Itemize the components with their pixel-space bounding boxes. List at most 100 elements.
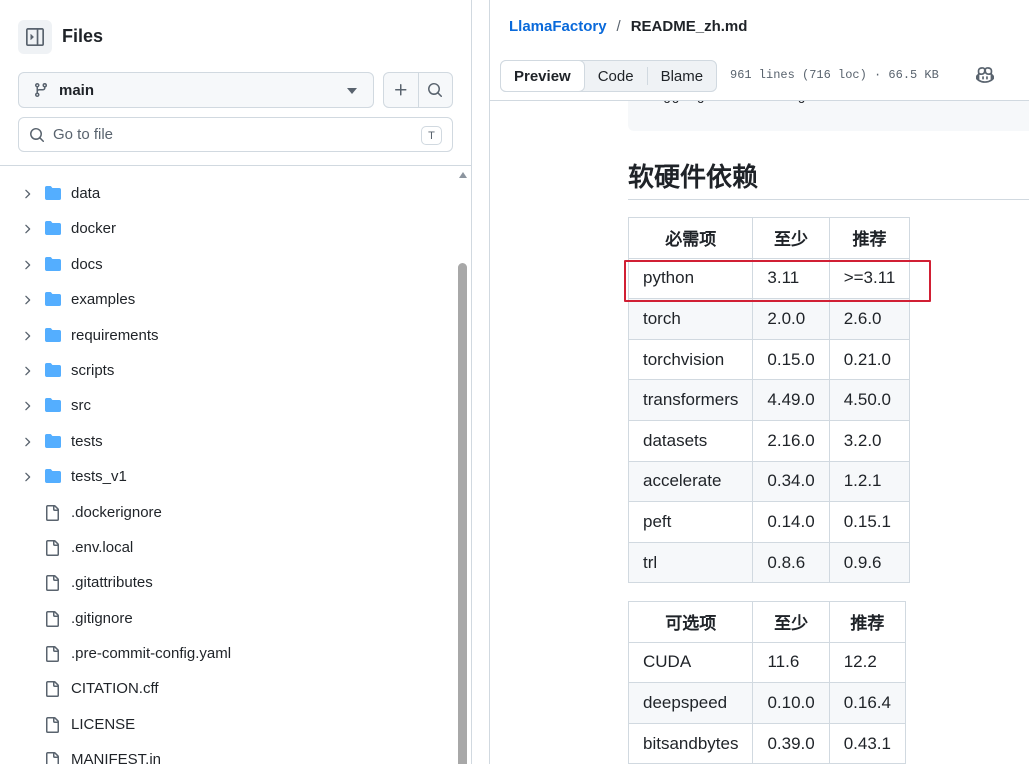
required-header-row: 必需项 至少 推荐 [627,217,911,259]
copilot-icon [976,67,994,83]
table-cell: 11.6 [752,641,830,684]
optional-column-header: 推荐 [828,601,906,643]
table-cell: trl [627,541,754,584]
table-cell: 12.2 [828,641,906,684]
tab-blame[interactable]: Blame [648,61,717,91]
scrollbar-thumb[interactable] [458,263,467,764]
folder-icon [45,327,61,342]
go-to-file-input[interactable] [53,126,393,143]
sidebar-scrollbar[interactable] [455,166,471,764]
heading-divider [628,199,1029,200]
chevron-right-icon[interactable] [20,293,34,307]
section-heading: 软硬件依赖 [628,163,759,193]
folder-icon [45,221,61,236]
tree-folder-3[interactable]: examples [0,282,455,317]
tree-item-label: CITATION.cff [71,680,159,698]
tree-item-label: src [71,397,91,415]
table-cell: 2.16.0 [752,419,830,462]
tree-folder-0[interactable]: data [0,176,455,211]
chevron-right-icon[interactable] [20,222,34,236]
tree-item-label: MANIFEST.in [71,751,162,764]
tree-folder-4[interactable]: requirements [0,318,455,353]
file-icon [46,504,59,521]
table-cell: 0.16.4 [828,682,906,724]
chevron-right-icon[interactable] [20,364,34,378]
required-column-header: 必需项 [627,217,754,259]
tree-file-9[interactable]: .dockerignore [0,495,455,530]
table-cell: 0.15.1 [828,501,911,543]
scroll-up-arrow-icon[interactable] [459,172,467,178]
tree-file-13[interactable]: .pre-commit-config.yaml [0,636,455,671]
tree-item-label: docs [71,255,103,273]
table-cell: 0.14.0 [752,501,830,543]
tree-item-label: .pre-commit-config.yaml [71,645,232,663]
table-row: deepspeed 0.10.0 0.16.4 [627,682,906,724]
file-icon [46,681,59,698]
tree-file-12[interactable]: .gitignore [0,601,455,636]
tree-file-15[interactable]: LICENSE [0,707,455,742]
chevron-right-icon[interactable] [20,187,34,201]
table-cell: 1.2.1 [828,460,911,503]
branch-selector[interactable]: main [18,72,374,108]
chevron-right-icon[interactable] [20,399,34,413]
tree-file-10[interactable]: .env.local [0,530,455,565]
breadcrumb-separator: / [616,18,621,35]
tree-folder-5[interactable]: scripts [0,353,455,388]
table-row: torchvision 0.15.0 0.21.0 [627,338,911,381]
table-row: transformers 4.49.0 4.50.0 [627,379,911,421]
optional-column-header: 可选项 [627,601,754,643]
tab-preview[interactable]: Preview [500,60,585,92]
table-cell: torch [627,298,754,340]
table-row: accelerate 0.34.0 1.2.1 [627,460,911,503]
collapse-sidebar-button[interactable] [18,20,52,54]
folder-icon [45,186,61,200]
tree-folder-7[interactable]: tests [0,424,455,459]
optional-header-row: 可选项 至少 推荐 [627,601,906,643]
copilot-button[interactable] [976,66,994,89]
add-file-button[interactable] [384,73,418,107]
table-cell: accelerate [627,460,754,503]
tree-item-label: .gitignore [71,609,133,627]
tree-item-label: docker [71,220,117,238]
table-cell: 0.9.6 [828,541,911,584]
table-cell: peft [627,501,754,543]
search-code-button[interactable] [417,73,452,107]
tree-folder-8[interactable]: tests_v1 [0,459,455,494]
chevron-right-icon[interactable] [20,329,34,343]
file-icon [46,539,59,556]
table-row: trl 0.8.6 0.9.6 [627,541,911,584]
table-cell: 3.2.0 [828,419,911,462]
table-cell: CUDA [627,641,754,684]
sidebar-header: Files main T [0,0,471,166]
tree-item-label: .dockerignore [71,503,162,521]
table-cell: 0.21.0 [828,338,911,381]
tree-item-label: scripts [71,361,115,379]
file-tree-sidebar: Files main T data docker docs examples requi… [0,0,472,764]
file-icon [46,610,59,627]
tree-folder-6[interactable]: src [0,388,455,423]
sidebar-collapse-icon [26,28,44,46]
highlight-box-python-row [624,260,931,302]
tree-folder-2[interactable]: docs [0,247,455,282]
optional-column-header: 至少 [752,601,830,643]
plus-icon [394,84,407,96]
folder-icon [45,469,61,484]
tree-file-11[interactable]: .gitattributes [0,565,455,600]
table-cell: transformers [627,379,754,421]
tree-file-14[interactable]: CITATION.cff [0,671,455,706]
tab-code[interactable]: Code [585,61,647,91]
optional-dependencies-table: 可选项 至少 推荐 CUDA 11.6 12.2 deepspeed 0.10.0 0.16.4… [627,601,906,764]
chevron-right-icon[interactable] [20,470,34,484]
tree-item-label: .gitattributes [71,574,153,592]
folder-icon [45,433,61,448]
chevron-right-icon[interactable] [20,435,34,449]
tree-folder-1[interactable]: docker [0,211,455,246]
required-column-header: 推荐 [828,217,911,259]
search-icon [30,127,45,142]
table-cell: datasets [627,419,754,462]
tree-item-label: data [71,185,101,202]
breadcrumb-repo-link[interactable]: LlamaFactory [509,18,607,35]
tree-file-16[interactable]: MANIFEST.in [0,742,455,764]
chevron-right-icon[interactable] [20,258,34,272]
table-row: datasets 2.16.0 3.2.0 [627,419,911,462]
